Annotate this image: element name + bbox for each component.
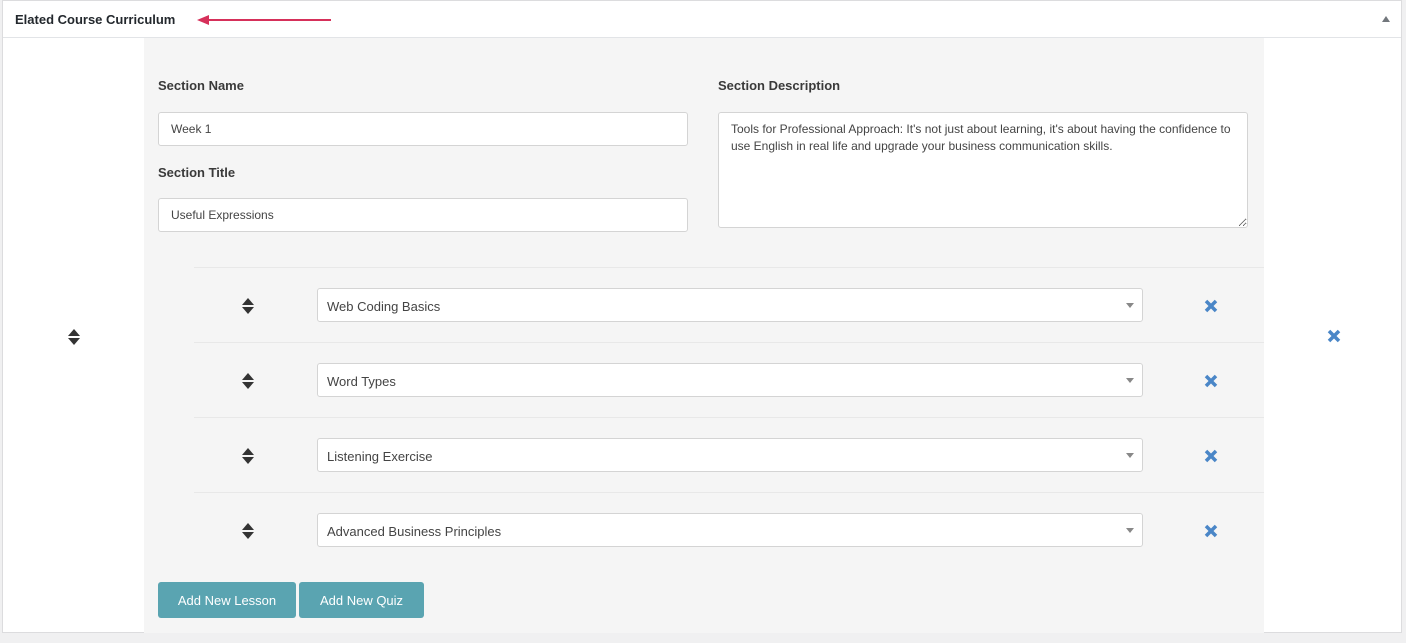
add-new-quiz-button[interactable]: Add New Quiz [299,582,424,618]
lesson-drag-handle-icon[interactable] [241,447,255,465]
page-background-strip [0,633,1406,643]
remove-lesson-close-icon[interactable] [1204,374,1218,388]
collapse-toggle-icon[interactable] [1380,13,1392,25]
annotation-arrow-icon [197,15,331,25]
lesson-select[interactable]: Web Coding Basics [317,288,1143,322]
lesson-select[interactable]: Listening Exercise [317,438,1143,472]
add-new-lesson-button[interactable]: Add New Lesson [158,582,296,618]
section-description-textarea[interactable]: Tools for Professional Approach: It's no… [718,112,1248,228]
chevron-down-icon [1126,378,1134,383]
remove-lesson-close-icon[interactable] [1204,299,1218,313]
lesson-drag-handle-icon[interactable] [241,297,255,315]
lesson-select-value: Advanced Business Principles [327,524,502,539]
metabox-header[interactable]: Elated Course Curriculum [3,1,1401,38]
chevron-down-icon [1126,528,1134,533]
section-description-label: Section Description [718,78,841,93]
lesson-select-value: Web Coding Basics [327,299,441,314]
remove-lesson-close-icon[interactable] [1204,524,1218,538]
section-name-input[interactable] [158,112,688,146]
lesson-row: Advanced Business Principles [194,492,1264,567]
section-title-label: Section Title [158,165,236,180]
section-panel: Section Name Section Title Section Descr… [144,38,1264,634]
metabox-title: Elated Course Curriculum [15,12,176,27]
lesson-select[interactable]: Word Types [317,363,1143,397]
chevron-down-icon [1126,303,1134,308]
curriculum-metabox: Elated Course Curriculum Section Name Se… [2,0,1402,634]
chevron-down-icon [1126,453,1134,458]
lesson-select-value: Word Types [327,374,396,389]
section-title-input[interactable] [158,198,688,232]
lesson-drag-handle-icon[interactable] [241,372,255,390]
remove-lesson-close-icon[interactable] [1204,449,1218,463]
section-drag-handle-icon[interactable] [67,328,81,346]
lesson-row: Web Coding Basics [194,267,1264,342]
lesson-select-value: Listening Exercise [327,449,433,464]
section-name-label: Section Name [158,78,244,93]
lesson-row: Word Types [194,342,1264,417]
lesson-row: Listening Exercise [194,417,1264,492]
lesson-select[interactable]: Advanced Business Principles [317,513,1143,547]
lesson-drag-handle-icon[interactable] [241,522,255,540]
remove-section-close-icon[interactable] [1327,329,1341,343]
